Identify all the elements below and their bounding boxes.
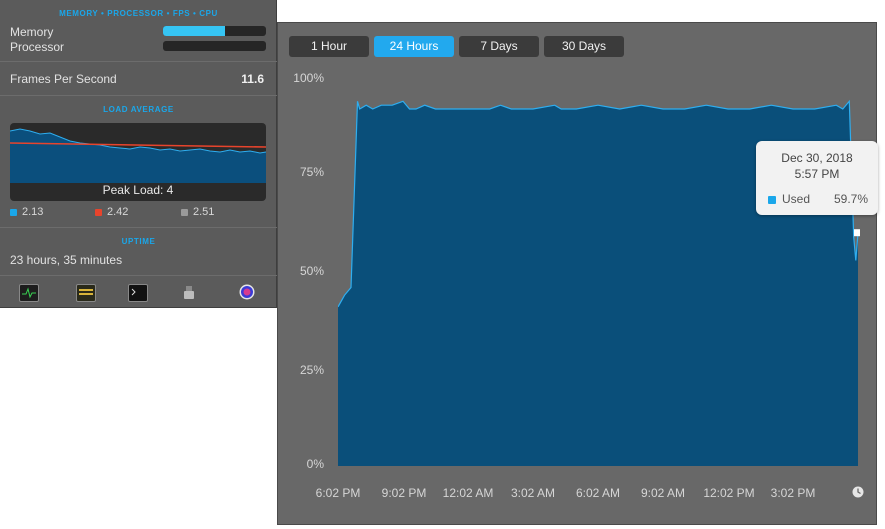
y-tick-label: 75% bbox=[299, 165, 324, 179]
fps-value: 11.6 bbox=[241, 72, 264, 86]
load-legend-1: 2.13 bbox=[10, 206, 43, 218]
memory-usage-chart[interactable] bbox=[338, 78, 860, 470]
y-tick-label: 50% bbox=[299, 264, 324, 278]
x-tick-label: 9:02 AM bbox=[640, 486, 686, 500]
uptime-title: UPTIME bbox=[121, 237, 156, 246]
load-legend-2: 2.42 bbox=[95, 206, 128, 218]
x-tick-label: 12:02 AM bbox=[442, 486, 494, 500]
x-tick-label: 3:02 PM bbox=[770, 486, 816, 500]
terminal-icon[interactable] bbox=[128, 284, 148, 302]
peak-load: Peak Load: 4 bbox=[102, 183, 174, 197]
x-tick-label: 12:02 PM bbox=[703, 486, 755, 500]
tooltip-row: Used 59.7% bbox=[768, 192, 868, 206]
tab-7-days[interactable]: 7 Days bbox=[459, 36, 539, 57]
tooltip-swatch bbox=[768, 195, 776, 204]
istat-menus-icon[interactable] bbox=[238, 284, 256, 300]
fps-label: Frames Per Second bbox=[10, 72, 117, 86]
memory-section-title: MEMORY • PROCESSOR • FPS • CPU bbox=[59, 9, 218, 18]
load-average-graph: Peak Load: 4 bbox=[10, 123, 266, 201]
x-tick-label: 9:02 PM bbox=[381, 486, 427, 500]
x-tick-label: 6:02 AM bbox=[575, 486, 621, 500]
y-tick-label: 100% bbox=[293, 71, 324, 85]
memory-history-window: 1 Hour 24 Hours 7 Days 30 Days 100% 75% … bbox=[277, 22, 878, 525]
processor-bar bbox=[163, 41, 266, 51]
y-tick-label: 0% bbox=[306, 457, 324, 471]
tooltip-date: Dec 30, 2018 bbox=[781, 151, 853, 165]
memory-bar-fill bbox=[163, 26, 225, 36]
divider bbox=[0, 227, 277, 228]
clock-icon[interactable] bbox=[852, 486, 864, 498]
activity-monitor-icon[interactable] bbox=[19, 284, 39, 302]
memory-bar bbox=[163, 26, 266, 36]
hover-point-marker bbox=[854, 229, 860, 237]
load-average-title: LOAD AVERAGE bbox=[103, 105, 174, 114]
divider bbox=[0, 95, 277, 96]
tab-30-days[interactable]: 30 Days bbox=[544, 36, 624, 57]
uptime-value: 23 hours, 35 minutes bbox=[10, 253, 123, 267]
divider bbox=[0, 275, 277, 276]
tab-1-hour[interactable]: 1 Hour bbox=[289, 36, 369, 57]
divider bbox=[0, 61, 277, 62]
tooltip-time: 5:57 PM bbox=[794, 167, 840, 181]
istat-menu-panel: MEMORY • PROCESSOR • FPS • CPU Memory Pr… bbox=[0, 0, 277, 308]
x-tick-label: 6:02 PM bbox=[315, 486, 361, 500]
load-legend-3: 2.51 bbox=[181, 206, 214, 218]
x-tick-label: 3:02 AM bbox=[510, 486, 556, 500]
load-sparkline bbox=[10, 128, 266, 183]
disk-utility-icon[interactable] bbox=[180, 284, 198, 300]
processor-label: Processor bbox=[10, 40, 65, 54]
tooltip-series: Used bbox=[782, 192, 811, 206]
tab-24-hours[interactable]: 24 Hours bbox=[374, 36, 454, 57]
tooltip-value: 59.7% bbox=[833, 192, 868, 206]
data-tooltip: Dec 30, 2018 5:57 PM Used 59.7% bbox=[756, 141, 878, 215]
console-icon[interactable] bbox=[76, 284, 96, 302]
memory-label: Memory bbox=[10, 25, 54, 39]
y-tick-label: 25% bbox=[299, 363, 324, 377]
